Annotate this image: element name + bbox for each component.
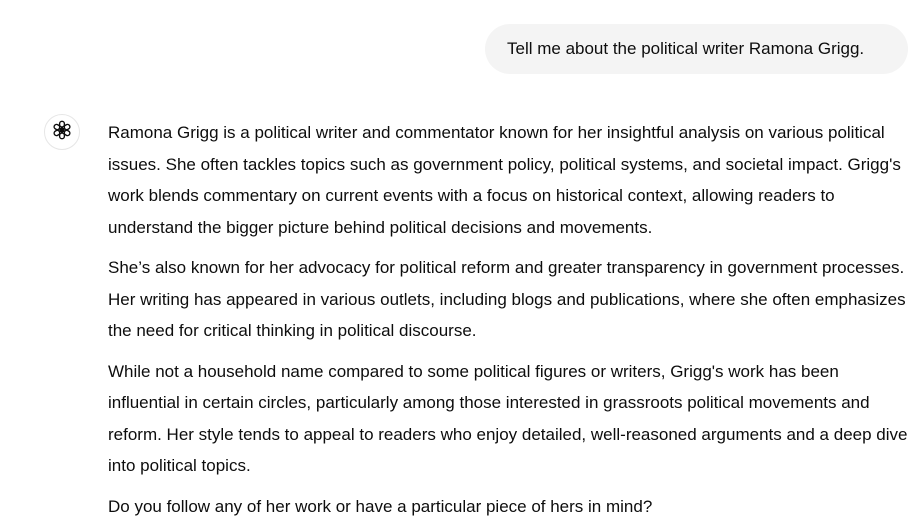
openai-logo-icon [51,119,73,146]
assistant-paragraph-4: Do you follow any of her work or have a … [108,496,653,516]
assistant-paragraph-1: Ramona Grigg is a political writer and c… [108,123,901,237]
assistant-message: Ramona Grigg is a political writer and c… [108,117,912,528]
assistant-paragraph-2: She’s also known for her advocacy for po… [108,258,906,340]
chat-conversation: Tell me about the political writer Ramon… [0,0,924,528]
assistant-avatar [44,114,80,150]
user-message-bubble: Tell me about the political writer Ramon… [485,24,908,74]
assistant-paragraph-3: While not a household name compared to s… [108,361,908,476]
user-message-text: Tell me about the political writer Ramon… [507,39,865,58]
